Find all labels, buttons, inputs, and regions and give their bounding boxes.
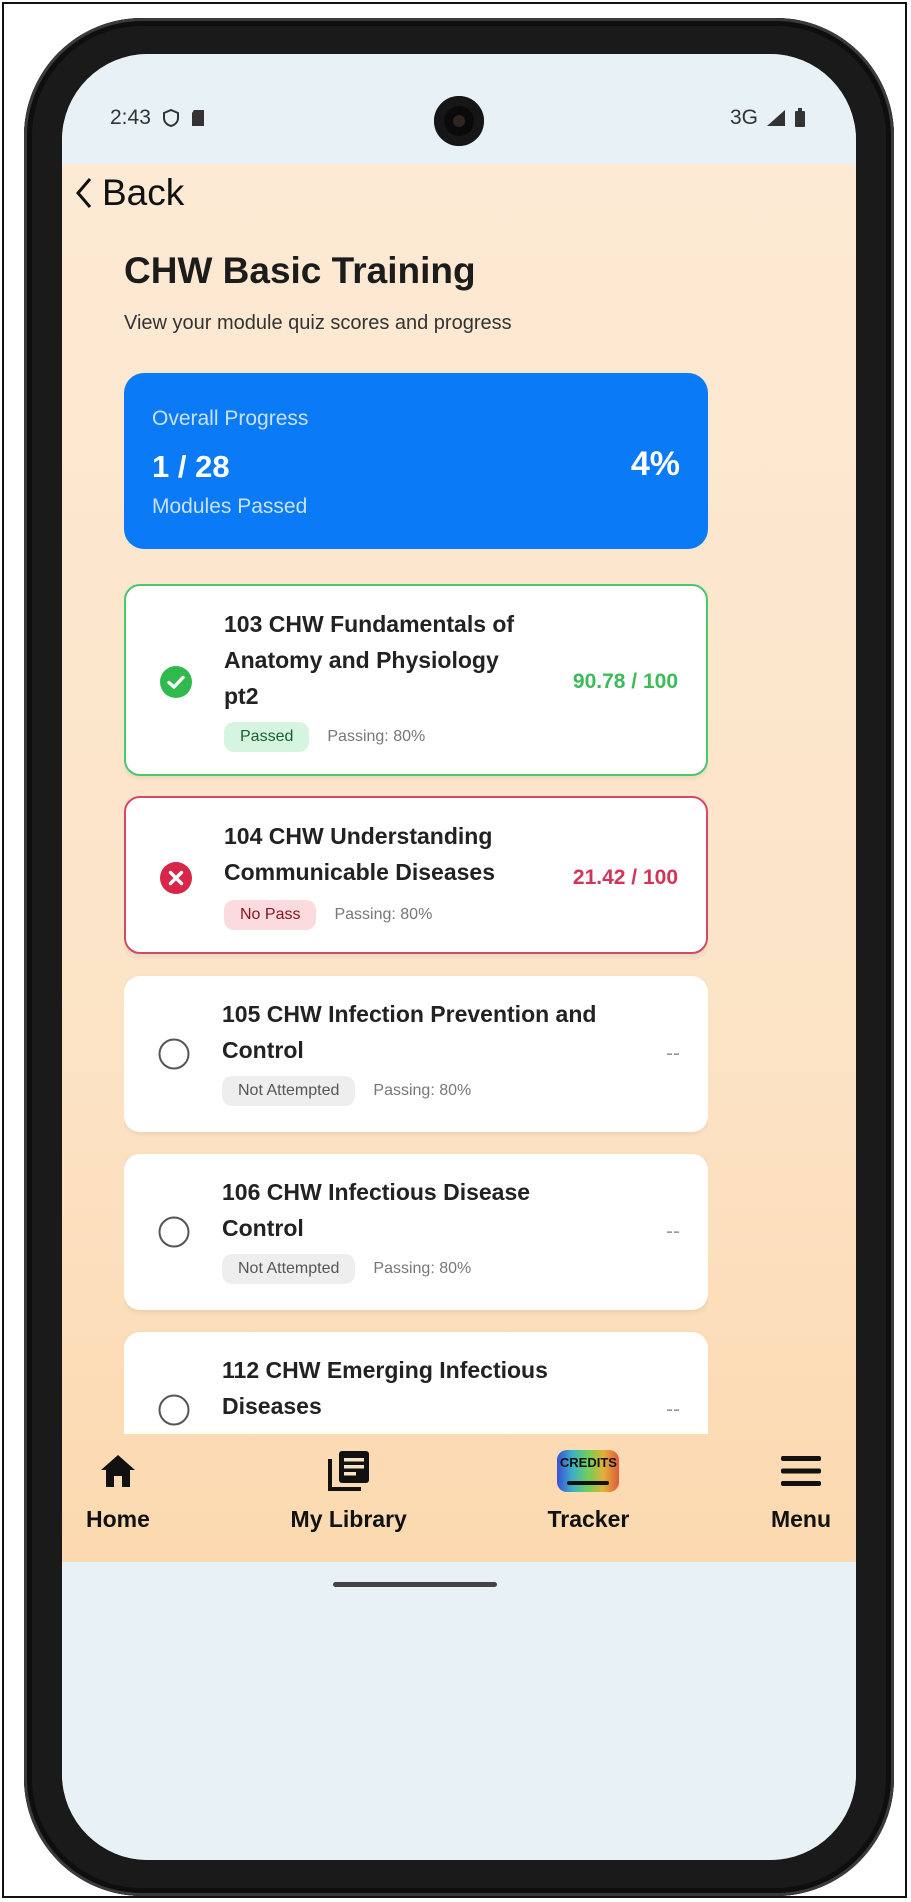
module-score: -- [666, 1042, 680, 1065]
empty-circle-icon [158, 1394, 190, 1426]
page-title: CHW Basic Training [124, 250, 476, 291]
nav-tracker[interactable]: CREDITS Tracker [547, 1434, 629, 1568]
back-label: Back [102, 172, 185, 213]
empty-circle-icon [158, 1038, 190, 1070]
back-button[interactable]: Back [72, 172, 184, 214]
status-badge: Not Attempted [222, 1076, 356, 1106]
home-gesture-bar[interactable] [333, 1582, 497, 1587]
module-score: -- [666, 1398, 680, 1421]
overall-progress-label: Overall Progress [152, 407, 309, 430]
nav-my-library[interactable]: My Library [291, 1434, 407, 1568]
module-card[interactable]: 103 CHW Fundamentals of Anatomy and Phys… [124, 584, 708, 776]
module-title: 104 CHW Understanding Communicable Disea… [224, 823, 496, 885]
bottom-navigation: Home My Library CREDITS Tracker Menu [62, 1434, 856, 1568]
nav-menu[interactable]: Menu [770, 1434, 832, 1568]
overall-progress-percent: 4% [630, 445, 680, 483]
module-title: 103 CHW Fundamentals of Anatomy and Phys… [224, 611, 515, 709]
module-list[interactable]: 103 CHW Fundamentals of Anatomy and Phys… [124, 584, 708, 1434]
module-card[interactable]: 112 CHW Emerging Infectious Diseases -- [124, 1332, 708, 1434]
nav-home-label: Home [86, 1506, 150, 1532]
nav-menu-label: Menu [770, 1506, 831, 1532]
credits-tracker-icon: CREDITS [557, 1450, 620, 1492]
system-navigation-area [62, 1562, 856, 1860]
module-card[interactable]: 105 CHW Infection Prevention and Control… [124, 976, 708, 1132]
front-camera [434, 96, 484, 146]
status-time: 2:43 [110, 106, 151, 129]
status-bar: 2:43 3G [62, 54, 856, 164]
shield-icon [162, 109, 179, 127]
modules-passed-label: Modules Passed [152, 495, 308, 518]
nav-home[interactable]: Home [86, 1434, 150, 1568]
app-screen: 2:43 3G Back CHW Basic Training View you… [62, 54, 856, 1860]
passing-threshold: Passing: 80% [327, 728, 426, 745]
status-badge: No Pass [224, 900, 317, 930]
network-type: 3G [729, 106, 758, 129]
status-badge: Not Attempted [222, 1254, 356, 1284]
library-icon [327, 1451, 369, 1491]
module-score: 21.42 / 100 [572, 866, 678, 889]
signal-icon [767, 110, 785, 126]
module-card[interactable]: 104 CHW Understanding Communicable Disea… [124, 796, 708, 954]
x-circle-icon [160, 862, 192, 894]
nav-tracker-label: Tracker [547, 1506, 630, 1532]
modules-passed-count: 1 / 28 [152, 449, 230, 484]
overall-progress-card: Overall Progress 1 / 28 Modules Passed 4… [124, 373, 708, 549]
phone-device: 2:43 3G Back CHW Basic Training View you… [24, 18, 894, 1896]
page-subtitle: View your module quiz scores and progres… [124, 312, 512, 334]
sd-card-icon [191, 110, 204, 126]
home-icon [100, 1455, 135, 1487]
passing-threshold: Passing: 80% [373, 1260, 472, 1277]
passing-threshold: Passing: 80% [373, 1082, 472, 1099]
empty-circle-icon [158, 1216, 190, 1248]
status-badge: Passed [224, 722, 310, 752]
passing-threshold: Passing: 80% [334, 906, 433, 923]
module-score: 90.78 / 100 [572, 670, 678, 693]
module-title: 106 CHW Infectious Disease Control [222, 1179, 531, 1241]
nav-my-library-label: My Library [290, 1506, 407, 1532]
hamburger-menu-icon [780, 1456, 821, 1486]
module-score: -- [666, 1220, 680, 1243]
battery-icon [795, 108, 805, 127]
check-circle-icon [160, 666, 192, 698]
module-title: 105 CHW Infection Prevention and Control [222, 1001, 597, 1063]
module-card[interactable]: 106 CHW Infectious Disease Control Not A… [124, 1154, 708, 1310]
module-title: 112 CHW Emerging Infectious Diseases [222, 1357, 548, 1419]
chevron-left-icon [76, 178, 92, 208]
